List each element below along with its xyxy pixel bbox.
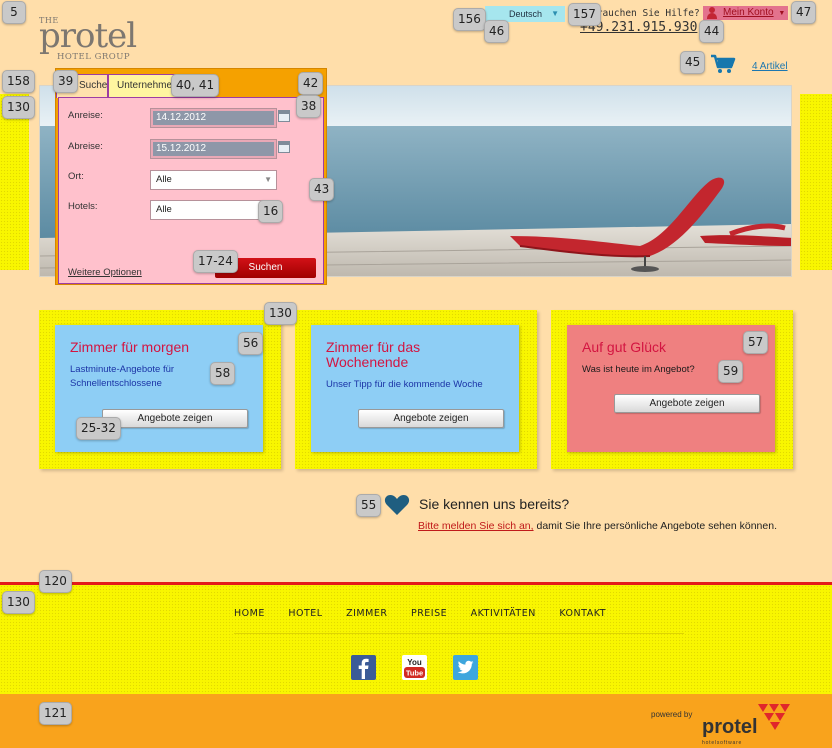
protel-arrows-logo-icon — [758, 704, 790, 730]
login-link[interactable]: Bitte melden Sie sich an, — [418, 520, 534, 532]
footer-nav-hotel[interactable]: HOTEL — [288, 608, 322, 619]
login-prompt-text: damit Sie Ihre persönliche Angebote sehe… — [533, 520, 777, 532]
overlay-badge: 43 — [309, 178, 335, 201]
hotels-label: Hotels: — [68, 201, 98, 212]
arrival-date-value: 14.12.2012 — [153, 111, 274, 125]
overlay-badge: 156 — [453, 8, 486, 31]
booking-form: Anreise: 14.12.2012 Abreise: 15.12.2012 … — [58, 97, 324, 284]
my-account-label: Mein Konto — [723, 7, 774, 18]
chevron-down-icon: ▼ — [551, 9, 559, 18]
login-prompt: Bitte melden Sie sich an, damit Sie Ihre… — [418, 520, 777, 532]
footer: HOME HOTEL ZIMMER PREISE AKTIVITÄTEN KON… — [0, 582, 832, 694]
show-offers-button[interactable]: Angebote zeigen — [358, 409, 504, 428]
departure-label: Abreise: — [68, 141, 103, 152]
overlay-badge: 58 — [210, 362, 236, 385]
overlay-badge: 25-32 — [76, 417, 121, 440]
show-offers-button[interactable]: Angebote zeigen — [102, 409, 248, 428]
overlay-badge: 157 — [568, 3, 601, 26]
footer-nav-rooms[interactable]: ZIMMER — [346, 608, 387, 619]
overlay-badge: 42 — [298, 72, 324, 95]
footer-nav-activities[interactable]: AKTIVITÄTEN — [471, 608, 536, 619]
heart-icon — [384, 495, 410, 515]
arrival-date-input[interactable]: 14.12.2012 — [150, 108, 290, 128]
calendar-icon[interactable] — [278, 141, 290, 153]
twitter-icon[interactable] — [453, 655, 478, 680]
protel-brand-logo[interactable]: protel hotelsoftware — [702, 716, 758, 746]
promo-title: Zimmer für das Wochenende — [326, 339, 421, 370]
promo-subtitle: Unser Tipp für die kommende Woche — [326, 379, 483, 390]
footer-divider — [234, 633, 684, 634]
overlay-badge: 57 — [743, 331, 769, 354]
youtube-you: You — [407, 658, 422, 667]
youtube-icon[interactable]: You Tube — [402, 655, 427, 680]
overlay-badge: 39 — [53, 70, 79, 93]
departure-date-input[interactable]: 15.12.2012 — [150, 139, 290, 159]
youtube-tube: Tube — [406, 669, 423, 678]
location-value: Alle — [156, 174, 172, 185]
language-value: Deutsch — [509, 9, 543, 19]
overlay-badge: 45 — [680, 51, 706, 74]
overlay-badge: 17-24 — [193, 250, 238, 273]
right-side-strip — [800, 94, 832, 270]
more-options-link[interactable]: Weitere Optionen — [68, 267, 142, 278]
promo-panel-weekend: Zimmer für das Wochenende Unser Tipp für… — [295, 310, 537, 469]
overlay-badge: 59 — [718, 360, 744, 383]
footer-nav-home[interactable]: HOME — [234, 608, 265, 619]
overlay-badge: 16 — [258, 200, 284, 223]
logo-subtitle: HOTEL GROUP — [57, 52, 131, 62]
overlay-badge: 130 — [264, 302, 297, 325]
overlay-badge: 47 — [791, 1, 817, 24]
promo-title: Zimmer für morgen — [70, 339, 190, 355]
cart-items-link[interactable]: 4 Artikel — [752, 61, 788, 72]
overlay-badge: 121 — [39, 702, 72, 725]
overlay-badge: 56 — [238, 332, 264, 355]
booking-search-panel: Suche Unternehmen Anreise: 14.12.2012 Ab… — [55, 68, 327, 285]
chevron-down-icon: ▼ — [264, 175, 272, 184]
overlay-badge: 40, 41 — [171, 74, 220, 97]
location-label: Ort: — [68, 171, 84, 182]
protel-brand-name: protel — [702, 716, 758, 738]
overlay-badge: 120 — [39, 570, 72, 593]
returning-customer-title: Sie kennen uns bereits? — [419, 496, 570, 512]
overlay-badge: 5 — [2, 1, 26, 24]
overlay-badge: 44 — [699, 20, 725, 43]
footer-nav-prices[interactable]: PREISE — [411, 608, 447, 619]
chevron-down-icon: ▼ — [778, 10, 786, 17]
shopping-cart-icon[interactable] — [710, 54, 736, 74]
arrival-label: Anreise: — [68, 110, 103, 121]
overlay-badge: 46 — [484, 20, 510, 43]
hotels-value: Alle — [156, 204, 172, 215]
departure-date-value: 15.12.2012 — [153, 142, 274, 156]
show-offers-button[interactable]: Angebote zeigen — [614, 394, 760, 413]
user-icon — [707, 7, 717, 19]
footer-nav-contact[interactable]: KONTAKT — [559, 608, 606, 619]
powered-by-bar: powered by protel hotelsoftware — [0, 694, 832, 748]
protel-brand-tagline: hotelsoftware — [702, 740, 743, 746]
overlay-badge: 158 — [2, 70, 35, 93]
help-question: Brauchen Sie Hilfe? — [591, 8, 700, 19]
location-select[interactable]: Alle ▼ — [150, 170, 277, 190]
overlay-badge: 55 — [356, 494, 382, 517]
left-side-strip — [0, 94, 29, 270]
powered-by-label: powered by — [651, 710, 693, 719]
promo-title: Auf gut Glück — [582, 339, 667, 355]
promo-subtitle: Lastminute-Angebote für Schnellentschlos… — [70, 364, 175, 389]
facebook-icon[interactable] — [351, 655, 376, 680]
calendar-icon[interactable] — [278, 110, 290, 122]
footer-nav: HOME HOTEL ZIMMER PREISE AKTIVITÄTEN KON… — [234, 608, 626, 619]
overlay-badge: 38 — [296, 95, 322, 118]
promo-card-weekend: Zimmer für das Wochenende Unser Tipp für… — [311, 325, 519, 452]
promo-subtitle: Was ist heute im Angebot? — [582, 364, 695, 375]
overlay-badge: 130 — [2, 591, 35, 614]
my-account-menu[interactable]: Mein Konto ▼ — [703, 6, 788, 20]
logo-name: protel — [39, 16, 137, 56]
overlay-badge: 130 — [2, 96, 35, 119]
